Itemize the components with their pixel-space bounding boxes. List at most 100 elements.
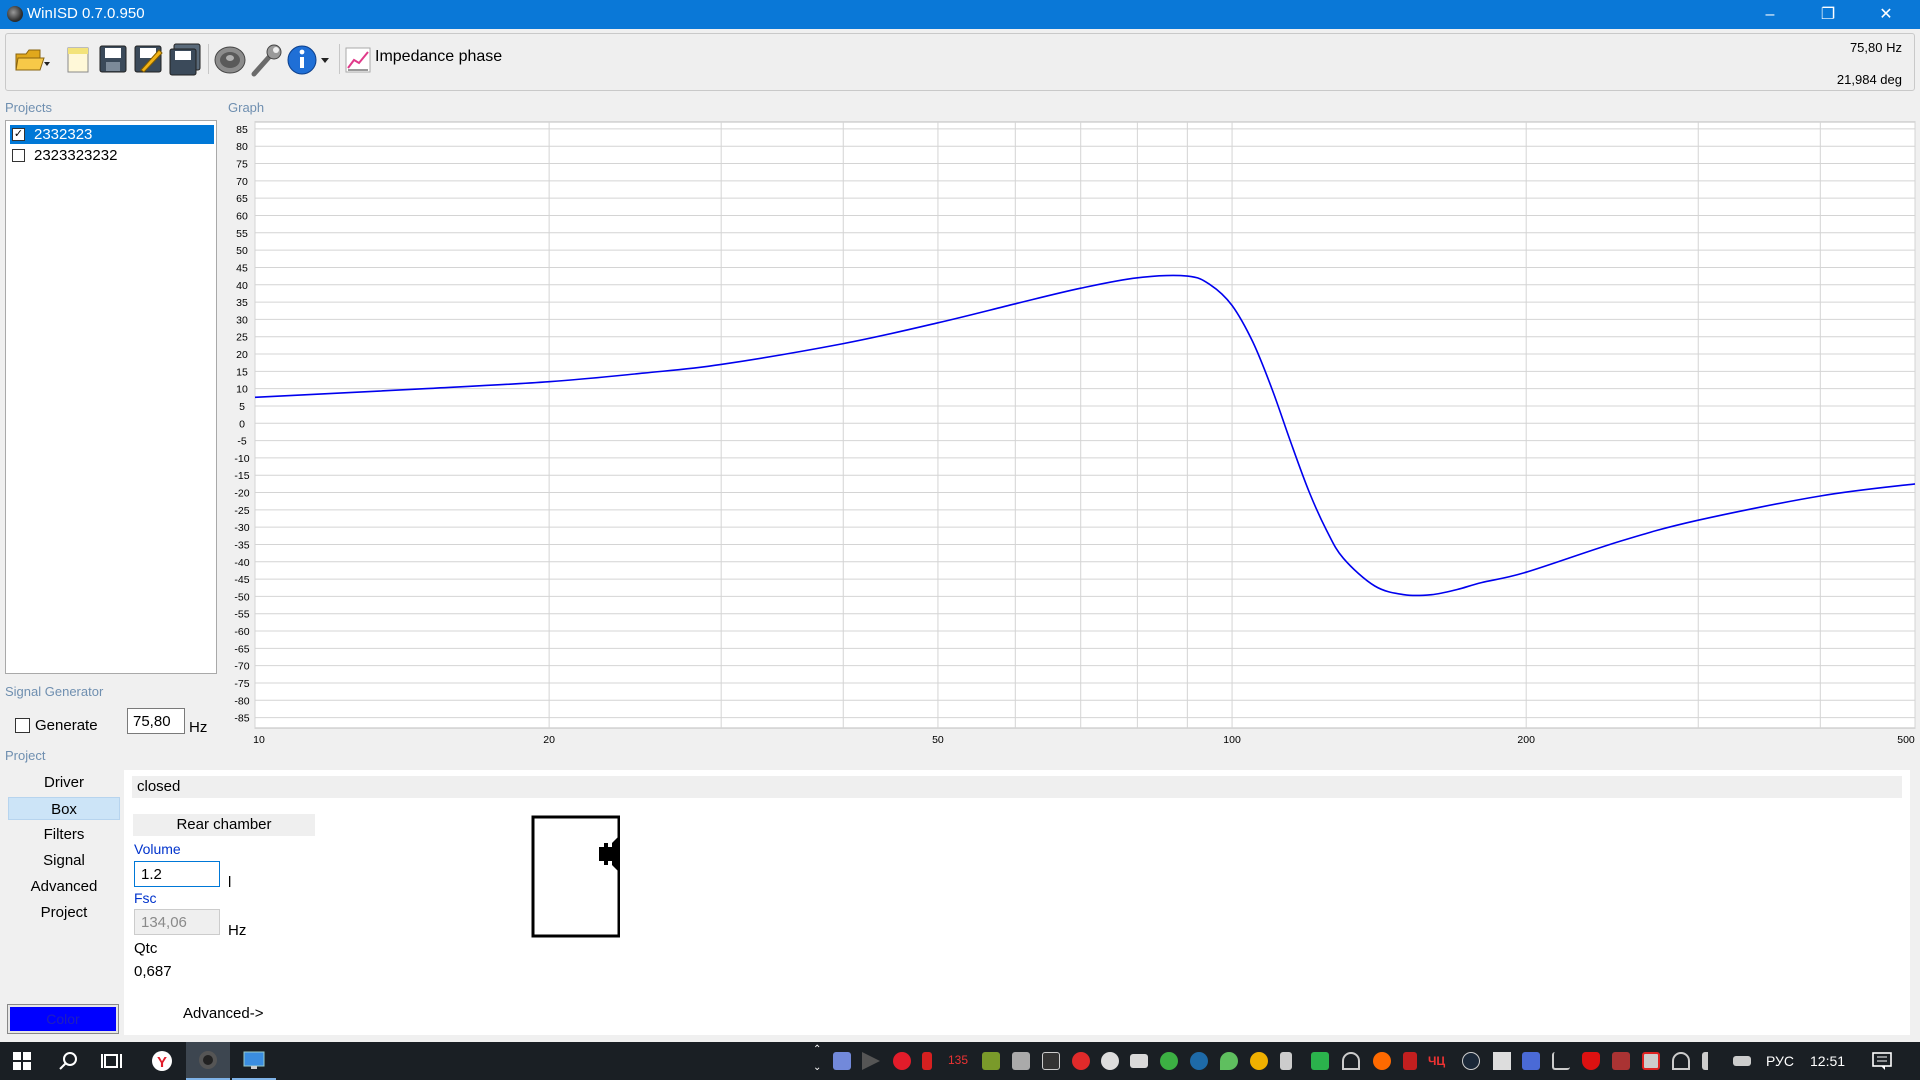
opera-gx-icon[interactable] xyxy=(1072,1052,1090,1070)
project-checkbox-checked[interactable]: ✓ xyxy=(12,128,25,141)
y-tick-label: -75 xyxy=(234,678,249,690)
restore-button[interactable]: ❐ xyxy=(1799,0,1857,29)
tray-overflow-up-icon[interactable]: ⌃ xyxy=(813,1044,821,1055)
tray-overflow-down-icon[interactable]: ⌄ xyxy=(813,1062,821,1073)
project-item[interactable]: 2323323232 xyxy=(10,146,214,165)
green-app-icon[interactable] xyxy=(1160,1052,1178,1070)
y-tick-label: 30 xyxy=(236,314,248,326)
window-app-icon[interactable] xyxy=(1130,1054,1148,1068)
project-name: 2323323232 xyxy=(34,147,118,164)
qtc-label: Qtc xyxy=(134,940,158,957)
graph-select-label[interactable]: Impedance phase xyxy=(375,48,502,66)
usb-icon[interactable] xyxy=(1280,1052,1292,1070)
y-tick-label: 85 xyxy=(236,124,248,136)
security-shield-icon[interactable] xyxy=(1311,1052,1329,1070)
wifi-app-icon[interactable] xyxy=(1342,1052,1360,1070)
warning-app-icon[interactable] xyxy=(1612,1052,1630,1070)
plane-mode-icon[interactable] xyxy=(1552,1052,1570,1070)
minimize-button[interactable]: – xyxy=(1741,0,1799,29)
y-tick-label: 0 xyxy=(239,418,245,430)
project-checkbox[interactable] xyxy=(12,149,25,162)
display-app-icon[interactable] xyxy=(232,1042,276,1080)
generator-frequency-input[interactable] xyxy=(127,708,185,734)
graph-type-icon[interactable] xyxy=(344,42,372,78)
advanced-link[interactable]: Advanced-> xyxy=(183,1005,263,1022)
volume-label: Volume xyxy=(134,841,181,857)
box-type-label[interactable]: closed xyxy=(132,776,1902,798)
network-app-icon[interactable] xyxy=(1190,1052,1208,1070)
steam-icon[interactable] xyxy=(1462,1052,1480,1070)
y-tick-label: -5 xyxy=(237,436,246,448)
window-title: WinISD 0.7.0.950 xyxy=(27,5,145,22)
cloud-app-icon[interactable] xyxy=(1101,1052,1119,1070)
notifications-icon[interactable] xyxy=(1862,1042,1902,1080)
winisd-taskbar-icon[interactable] xyxy=(186,1042,230,1080)
nvidia-icon[interactable] xyxy=(982,1052,1000,1070)
recorder-icon[interactable] xyxy=(922,1052,932,1070)
monitor-icon[interactable] xyxy=(1493,1052,1511,1070)
yandex-browser-icon[interactable]: Y xyxy=(140,1042,184,1080)
sync-icon[interactable] xyxy=(1012,1052,1030,1070)
x-tick-label: 500 xyxy=(1897,734,1915,746)
recording-app-icon[interactable] xyxy=(1403,1052,1417,1070)
flower-app-icon[interactable] xyxy=(1250,1052,1268,1070)
nav-filters[interactable]: Filters xyxy=(8,823,120,846)
project-item[interactable]: ✓ 2332323 xyxy=(10,125,214,144)
save-all-icon[interactable] xyxy=(168,42,202,78)
antivirus-icon[interactable] xyxy=(1582,1052,1600,1070)
y-tick-label: 50 xyxy=(236,245,248,257)
media-play-icon[interactable] xyxy=(862,1052,880,1070)
tray-text-icon[interactable]: ЧЦ xyxy=(1428,1054,1445,1068)
impedance-phase-graph[interactable]: 8580757065605550454035302520151050-5-10-… xyxy=(224,120,1916,750)
language-indicator[interactable]: РУС xyxy=(1766,1053,1794,1069)
y-tick-label: -60 xyxy=(234,626,249,638)
open-folder-icon[interactable] xyxy=(14,42,52,78)
close-button[interactable]: ✕ xyxy=(1857,0,1915,29)
new-project-icon[interactable] xyxy=(64,42,92,78)
nav-advanced[interactable]: Advanced xyxy=(8,875,120,898)
save-icon[interactable] xyxy=(98,42,128,78)
y-tick-label: 40 xyxy=(236,280,248,292)
taskbar: Y ⌃ ⌄ 135 ЧЦ РУС 12:51 xyxy=(0,1042,1920,1080)
yandex-tray-icon[interactable] xyxy=(893,1052,911,1070)
x-tick-label: 100 xyxy=(1223,734,1241,746)
vpn-icon[interactable] xyxy=(1522,1052,1540,1070)
blocked-app-icon[interactable] xyxy=(1642,1052,1660,1070)
y-tick-label: -50 xyxy=(234,591,249,603)
task-view-icon[interactable] xyxy=(90,1042,134,1080)
save-as-icon[interactable] xyxy=(133,42,163,78)
nav-project[interactable]: Project xyxy=(8,901,120,924)
epic-games-icon[interactable] xyxy=(1042,1052,1060,1070)
color-button[interactable]: Color xyxy=(7,1004,119,1034)
volume-icon[interactable] xyxy=(1702,1052,1720,1070)
info-icon[interactable] xyxy=(287,42,335,78)
tray-badge-counter[interactable]: 135 xyxy=(948,1053,968,1067)
cursor-value-readout: 21,984 deg xyxy=(1836,72,1902,87)
y-tick-label: -35 xyxy=(234,539,249,551)
y-tick-label: -20 xyxy=(234,488,249,500)
location-icon[interactable] xyxy=(1220,1052,1238,1070)
nav-box[interactable]: Box xyxy=(8,797,120,820)
generate-checkbox[interactable] xyxy=(15,718,30,733)
project-name: 2332323 xyxy=(32,126,95,143)
clock[interactable]: 12:51 xyxy=(1810,1053,1845,1069)
y-tick-label: -80 xyxy=(234,695,249,707)
tools-wrench-icon[interactable] xyxy=(250,42,284,78)
network-icon[interactable] xyxy=(1672,1052,1690,1070)
fsc-field xyxy=(134,909,220,935)
windows-start-icon[interactable] xyxy=(0,1042,44,1080)
driver-speaker-icon[interactable] xyxy=(213,42,247,78)
nav-driver[interactable]: Driver xyxy=(8,771,120,794)
x-tick-label: 20 xyxy=(543,734,555,746)
discord-icon[interactable] xyxy=(833,1052,851,1070)
y-tick-label: 10 xyxy=(236,384,248,396)
battery-icon[interactable] xyxy=(1733,1056,1751,1066)
search-icon[interactable] xyxy=(46,1042,90,1080)
signal-generator-section-label: Signal Generator xyxy=(5,684,104,699)
projects-list: ✓ 2332323 2323323232 xyxy=(5,120,217,674)
y-tick-label: 15 xyxy=(236,366,248,378)
volume-input[interactable] xyxy=(134,861,220,887)
firefox-icon[interactable] xyxy=(1373,1052,1391,1070)
plot-area xyxy=(254,121,1916,729)
nav-signal[interactable]: Signal xyxy=(8,849,120,872)
